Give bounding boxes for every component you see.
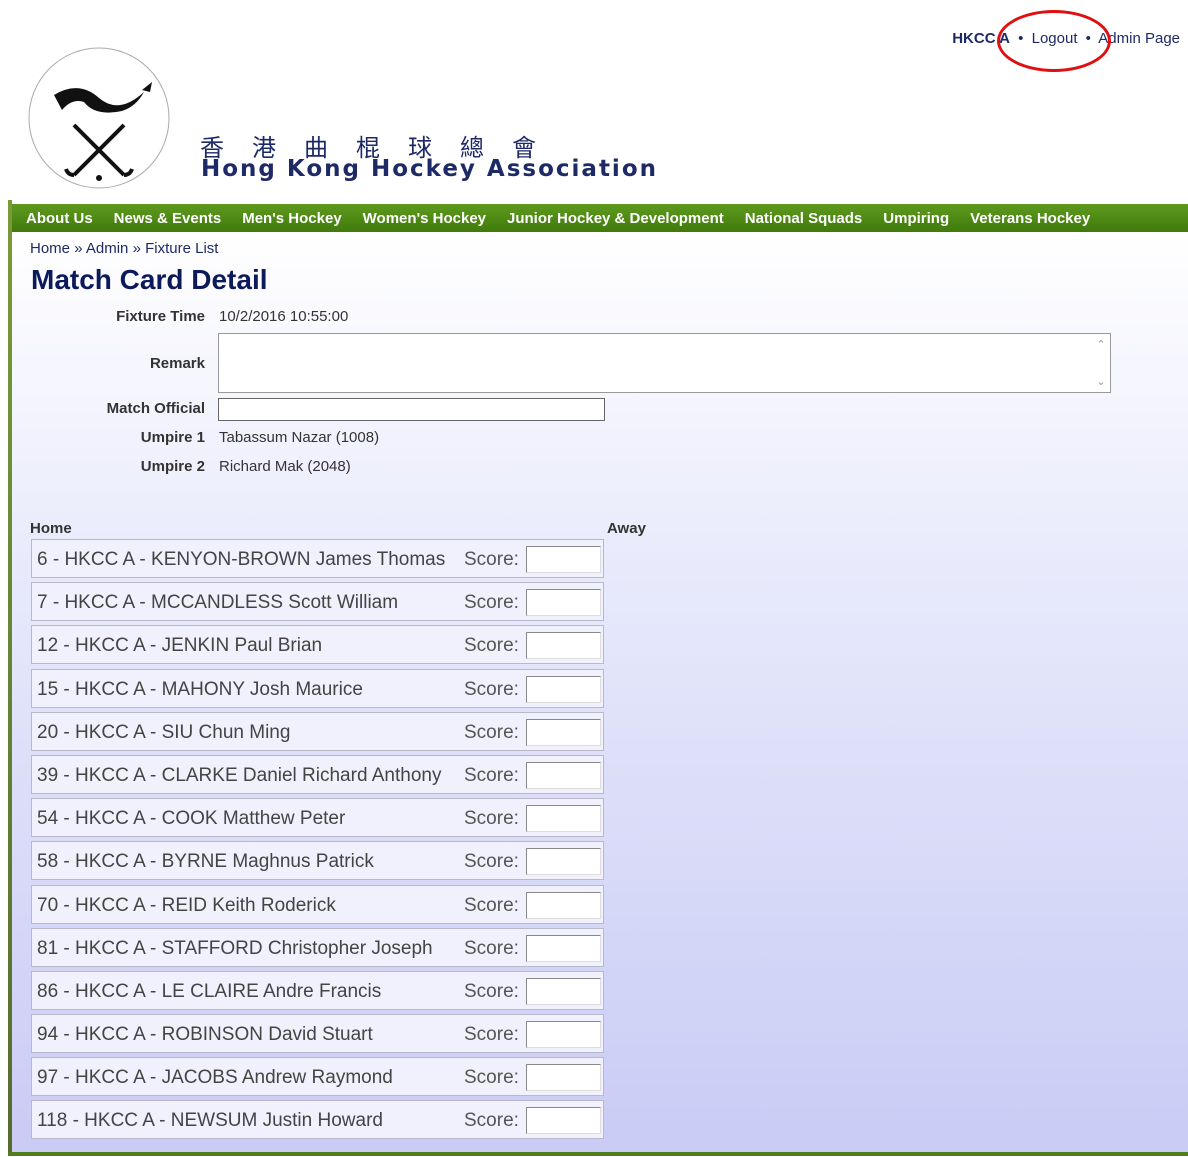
bottom-border [8, 1152, 1188, 1156]
score-label: Score: [464, 808, 519, 830]
breadcrumb-separator: » [74, 240, 83, 257]
match-official-input[interactable] [218, 398, 605, 421]
menu-junior-hockey[interactable]: Junior Hockey & Development [507, 210, 724, 227]
fixture-time-value: 10/2/2016 10:55:00 [219, 308, 349, 325]
player-name: 94 - HKCC A - ROBINSON David Stuart [37, 1024, 373, 1046]
score-label: Score: [464, 1024, 519, 1046]
score-input[interactable] [526, 977, 601, 1005]
match-official-label: Match Official [106, 400, 205, 417]
away-column-header: Away [607, 520, 646, 537]
player-name: 97 - HKCC A - JACOBS Andrew Raymond [37, 1067, 393, 1089]
score-input[interactable] [526, 546, 601, 573]
breadcrumb: Home » Admin » Fixture List [30, 240, 218, 257]
score-label: Score: [464, 851, 519, 873]
player-name: 12 - HKCC A - JENKIN Paul Brian [37, 635, 323, 657]
site-title-english: Hong Kong Hockey Association [201, 156, 658, 182]
player-name: 81 - HKCC A - STAFFORD Christopher Josep… [37, 937, 433, 959]
remark-label: Remark [149, 355, 205, 372]
breadcrumb-separator: » [132, 240, 141, 257]
breadcrumb-admin[interactable]: Admin [86, 240, 129, 257]
player-name: 7 - HKCC A - MCCANDLESS Scott William [37, 592, 399, 614]
player-row: 81 - HKCC A - STAFFORD Christopher Josep… [31, 927, 604, 967]
score-label: Score: [464, 894, 519, 916]
score-input[interactable] [526, 1064, 601, 1092]
player-name: 86 - HKCC A - LE CLAIRE Andre Francis [37, 980, 382, 1002]
scroll-down-icon[interactable]: ⌄ [1096, 375, 1105, 388]
score-input[interactable] [526, 1107, 601, 1135]
menu-umpiring[interactable]: Umpiring [883, 210, 949, 227]
page: 香港曲棍球總會 Hong Kong Hockey Association HKC… [0, 0, 1188, 1157]
main-content: Home » Admin » Fixture List Match Card D… [12, 232, 1188, 1152]
breadcrumb-home[interactable]: Home [30, 240, 70, 257]
score-input[interactable] [526, 589, 601, 617]
fixture-time-label: Fixture Time [116, 308, 205, 325]
main-menu: About Us News & Events Men's Hockey Wome… [12, 204, 1188, 232]
umpire2-label: Umpire 2 [140, 458, 205, 475]
home-player-list: 6 - HKCC A - KENYON-BROWN James Thomas Sc… [31, 539, 606, 1144]
score-label: Score: [464, 635, 519, 657]
player-row: 86 - HKCC A - LE CLAIRE Andre Francis Sco… [31, 970, 604, 1010]
score-input[interactable] [526, 675, 601, 703]
player-name: 118 - HKCC A - NEWSUM Justin Howard [37, 1110, 383, 1132]
menu-womens-hockey[interactable]: Women's Hockey [363, 210, 486, 227]
score-label: Score: [464, 549, 519, 570]
player-name: 39 - HKCC A - CLARKE Daniel Richard Anth… [37, 764, 442, 786]
home-column-header: Home [30, 520, 72, 537]
player-row: 70 - HKCC A - REID Keith Roderick Score: [31, 884, 604, 924]
menu-national-squads[interactable]: National Squads [745, 210, 863, 227]
player-row: 6 - HKCC A - KENYON-BROWN James Thomas Sc… [31, 539, 604, 578]
page-title: Match Card Detail [31, 264, 268, 295]
menu-news-events[interactable]: News & Events [114, 210, 222, 227]
remark-scrollbar[interactable]: ⌃ ⌄ [1092, 334, 1110, 392]
menu-mens-hockey[interactable]: Men's Hockey [242, 210, 341, 227]
score-label: Score: [464, 678, 519, 700]
player-name: 70 - HKCC A - REID Keith Roderick [37, 894, 336, 916]
player-row: 97 - HKCC A - JACOBS Andrew Raymond Score… [31, 1057, 604, 1097]
menu-about-us[interactable]: About Us [26, 210, 93, 227]
player-name: 20 - HKCC A - SIU Chun Ming [37, 721, 291, 743]
player-name: 54 - HKCC A - COOK Matthew Peter [37, 808, 346, 830]
player-row: 12 - HKCC A - JENKIN Paul Brian Score: [31, 625, 604, 665]
score-input[interactable] [526, 805, 601, 833]
highlight-circle [997, 10, 1111, 72]
score-input[interactable] [526, 891, 601, 919]
score-input[interactable] [526, 1021, 601, 1049]
score-label: Score: [464, 1067, 519, 1089]
player-row: 7 - HKCC A - MCCANDLESS Scott William Sco… [31, 582, 604, 622]
player-row: 39 - HKCC A - CLARKE Daniel Richard Anth… [31, 754, 604, 794]
score-input[interactable] [526, 934, 601, 962]
umpire1-value: Tabassum Nazar (1008) [219, 429, 380, 446]
score-input[interactable] [526, 718, 601, 746]
menu-veterans-hockey[interactable]: Veterans Hockey [970, 210, 1090, 227]
umpire2-value: Richard Mak (2048) [219, 458, 351, 475]
breadcrumb-fixture-list[interactable]: Fixture List [145, 240, 218, 257]
remark-textarea[interactable]: ⌃ ⌄ [218, 333, 1111, 393]
scroll-up-icon[interactable]: ⌃ [1096, 338, 1105, 351]
score-input[interactable] [526, 761, 601, 789]
player-name: 15 - HKCC A - MAHONY Josh Maurice [37, 678, 363, 700]
score-label: Score: [464, 980, 519, 1002]
score-label: Score: [464, 721, 519, 743]
umpire1-label: Umpire 1 [140, 429, 205, 446]
score-input[interactable] [526, 632, 601, 660]
player-row: 20 - HKCC A - SIU Chun Ming Score: [31, 711, 604, 751]
score-label: Score: [464, 592, 519, 614]
score-label: Score: [464, 764, 519, 786]
score-label: Score: [464, 1110, 519, 1132]
player-row: 118 - HKCC A - NEWSUM Justin Howard Score… [31, 1100, 604, 1140]
hkha-logo [28, 47, 170, 189]
player-row: 94 - HKCC A - ROBINSON David Stuart Score… [31, 1014, 604, 1054]
player-row: 15 - HKCC A - MAHONY Josh Maurice Score: [31, 668, 604, 708]
player-name: 6 - HKCC A - KENYON-BROWN James Thomas [37, 549, 446, 570]
player-row: 54 - HKCC A - COOK Matthew Peter Score: [31, 798, 604, 838]
score-label: Score: [464, 937, 519, 959]
player-row: 58 - HKCC A - BYRNE Maghnus Patrick Score… [31, 841, 604, 881]
score-input[interactable] [526, 848, 601, 876]
player-name: 58 - HKCC A - BYRNE Maghnus Patrick [37, 851, 374, 873]
